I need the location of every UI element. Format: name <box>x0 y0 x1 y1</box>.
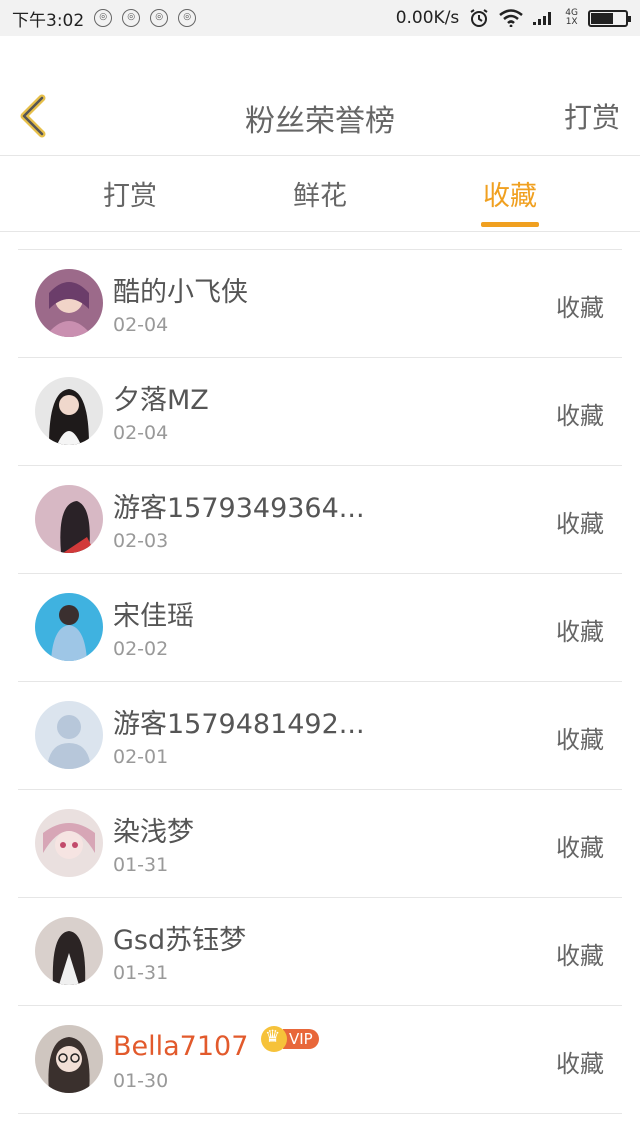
tab-flowers[interactable]: 鲜花 <box>260 174 380 213</box>
network-speed: 0.00K/s <box>395 8 460 28</box>
network-type: 4G 1X <box>565 9 578 27</box>
action-label: 收藏 <box>556 402 604 430</box>
fan-date: 02-03 <box>113 530 169 552</box>
action-label: 收藏 <box>556 834 604 862</box>
fan-list: 酷的小飞侠 02-04 收藏 夕落MZ 02-04 收藏 游客157934936… <box>18 250 622 1114</box>
list-item[interactable]: Gsd苏钰梦 01-31 收藏 <box>18 898 622 1006</box>
fan-date: 01-31 <box>113 962 169 984</box>
fan-name: 游客1579481492... <box>113 709 365 740</box>
fan-date: 01-30 <box>113 1070 169 1092</box>
action-label: 收藏 <box>556 510 604 538</box>
action-label: 收藏 <box>556 1050 604 1078</box>
fan-name: 游客1579349364... <box>113 493 365 524</box>
status-left: 下午3:02 ◎ ◎ ◎ ◎ <box>12 6 197 31</box>
list-item[interactable]: 宋佳瑶 02-02 收藏 <box>18 574 622 682</box>
avatar <box>35 485 103 553</box>
header: 粉丝荣誉榜 打赏 <box>0 36 640 156</box>
action-label: 收藏 <box>556 942 604 970</box>
avatar <box>35 1025 103 1093</box>
fan-date: 02-01 <box>113 746 169 768</box>
fan-name: 酷的小飞侠 <box>113 277 248 308</box>
vip-label: VIP <box>283 1029 319 1049</box>
fan-name: Bella7107 VIP <box>113 1026 319 1062</box>
notification-icon: ◎ <box>94 9 113 27</box>
fan-name: 宋佳瑶 <box>113 601 194 632</box>
notification-icon: ◎ <box>150 9 169 27</box>
status-bar: 下午3:02 ◎ ◎ ◎ ◎ 0.00K/s 4G 1X <box>0 0 640 36</box>
fan-date: 01-31 <box>113 854 169 876</box>
list-item[interactable]: 夕落MZ 02-04 收藏 <box>18 358 622 466</box>
action-label: 收藏 <box>556 618 604 646</box>
fan-name-text: Bella7107 <box>113 1031 249 1062</box>
page-title: 粉丝荣誉榜 <box>245 104 395 139</box>
fan-date: 02-04 <box>113 422 169 444</box>
fan-name: 染浅梦 <box>113 817 194 848</box>
avatar <box>35 593 103 661</box>
status-time: 下午3:02 <box>12 10 85 31</box>
list-item[interactable]: 酷的小飞侠 02-04 收藏 <box>18 250 622 358</box>
signal-icon <box>533 12 552 25</box>
wifi-icon <box>499 9 524 27</box>
avatar <box>35 269 103 337</box>
battery-icon <box>588 9 631 27</box>
avatar <box>35 701 103 769</box>
list-item[interactable]: 游客1579481492... 02-01 收藏 <box>18 682 622 790</box>
alarm-icon <box>470 9 488 27</box>
avatar <box>35 377 103 445</box>
reward-button[interactable]: 打赏 <box>564 96 620 136</box>
action-label: 收藏 <box>556 726 604 754</box>
active-tab-indicator <box>481 222 539 227</box>
fan-name: 夕落MZ <box>113 385 209 416</box>
status-right: 0.00K/s 4G 1X <box>395 8 631 28</box>
list-item[interactable]: Bella7107 VIP 01-30 收藏 <box>18 1006 622 1114</box>
network-type-bottom: 1X <box>565 17 578 27</box>
notification-icon: ◎ <box>122 9 141 27</box>
fan-date: 02-02 <box>113 638 169 660</box>
avatar <box>35 917 103 985</box>
crown-icon <box>261 1026 287 1052</box>
action-label: 收藏 <box>556 294 604 322</box>
vip-badge: VIP <box>261 1026 319 1052</box>
tab-favorites[interactable]: 收藏 <box>450 174 570 213</box>
tab-bar: 打赏 鲜花 收藏 <box>0 156 640 232</box>
tab-reward[interactable]: 打赏 <box>70 174 190 213</box>
fan-date: 02-04 <box>113 314 169 336</box>
notification-icon: ◎ <box>178 9 197 27</box>
list-item[interactable]: 游客1579349364... 02-03 收藏 <box>18 466 622 574</box>
fan-name: Gsd苏钰梦 <box>113 925 247 956</box>
avatar <box>35 809 103 877</box>
list-item[interactable]: 染浅梦 01-31 收藏 <box>18 790 622 898</box>
